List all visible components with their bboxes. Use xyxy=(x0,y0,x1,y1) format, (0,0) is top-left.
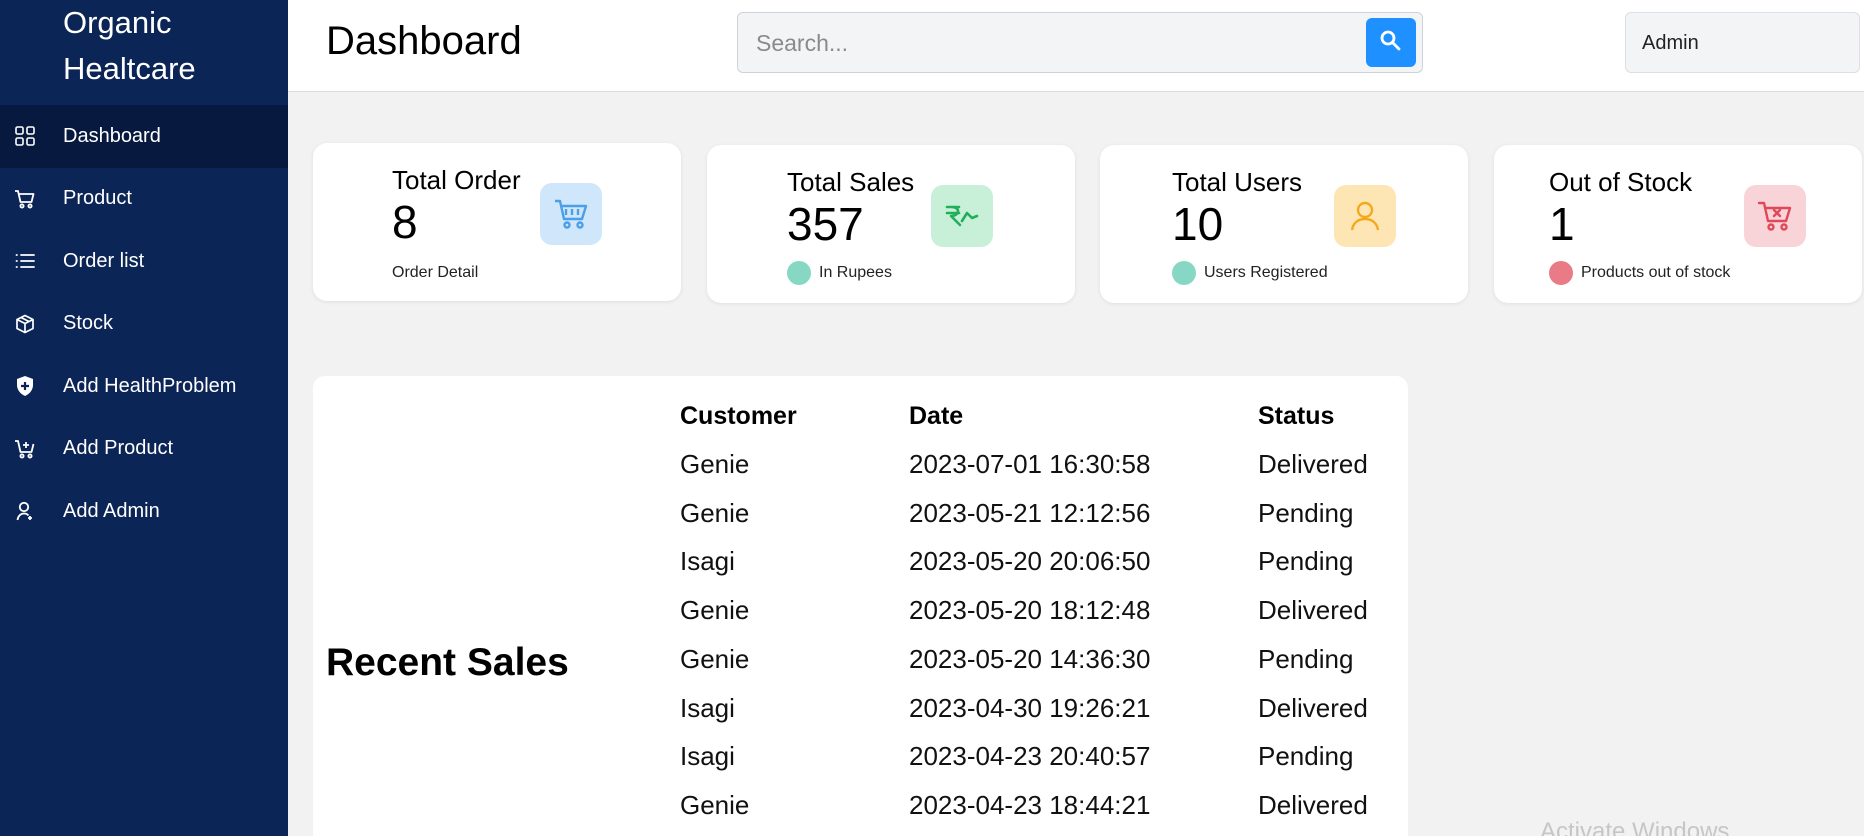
card-title: Out of Stock xyxy=(1549,167,1693,197)
card-subtitle: Products out of stock xyxy=(1549,261,1730,285)
sidebar-item-label: Add Admin xyxy=(63,499,160,522)
date-cell: 2023-04-23 18:44:21 xyxy=(909,790,1151,820)
card-subtitle-text: Users Registered xyxy=(1204,264,1328,281)
total-sales-card[interactable]: Total Sales 357 In Rupees xyxy=(707,145,1075,303)
sidebar-item-label: Dashboard xyxy=(63,124,161,147)
customer-cell: Genie xyxy=(680,449,750,479)
cart-icon xyxy=(14,188,36,210)
shield-plus-icon xyxy=(14,375,36,397)
customer-cell: Genie xyxy=(680,790,750,820)
card-value: 357 xyxy=(787,198,864,250)
sidebar-item-product[interactable]: Product xyxy=(0,168,288,231)
customer-cell: Genie xyxy=(680,595,750,625)
search-input[interactable] xyxy=(756,27,1336,59)
sidebar-item-label: Add HealthProblem xyxy=(63,374,237,397)
card-value: 10 xyxy=(1172,198,1224,250)
admin-menu-button[interactable]: Admin xyxy=(1625,12,1860,73)
sidebar-item-label: Order list xyxy=(63,249,145,272)
column-header-customer: Customer xyxy=(680,402,797,430)
search-button[interactable] xyxy=(1366,18,1416,67)
total-order-card[interactable]: Total Order 8 Order Detail xyxy=(313,143,681,301)
column-header-status: Status xyxy=(1258,402,1335,430)
sidebar-item-dashboard[interactable]: Dashboard xyxy=(0,105,288,168)
user-icon xyxy=(14,500,36,522)
sidebar-item-label: Product xyxy=(63,187,132,210)
customer-cell: Isagi xyxy=(680,546,735,576)
user-icon xyxy=(1334,185,1396,247)
card-title: Total Sales xyxy=(787,167,915,197)
sidebar-item-add-healthproblem[interactable]: Add HealthProblem xyxy=(0,355,288,418)
page-title: Dashboard xyxy=(326,19,522,63)
admin-label: Admin xyxy=(1642,32,1699,54)
recent-sales-title: Recent Sales xyxy=(326,641,569,684)
card-subtitle: Order Detail xyxy=(392,264,478,282)
status-dot xyxy=(1549,261,1573,285)
cart-plus-icon xyxy=(14,438,36,460)
grid-icon xyxy=(14,125,36,147)
status-cell: Pending xyxy=(1258,498,1354,528)
customer-cell: Genie xyxy=(680,644,750,674)
date-cell: 2023-05-20 14:36:30 xyxy=(909,644,1151,674)
top-header: Dashboard Admin xyxy=(288,0,1864,92)
customer-cell: Isagi xyxy=(680,741,735,771)
date-cell: 2023-05-21 12:12:56 xyxy=(909,498,1151,528)
card-title: Total Users xyxy=(1172,167,1303,197)
status-cell: Delivered xyxy=(1258,449,1368,479)
recent-sales-panel: Recent Sales Customer Date Status Genie … xyxy=(313,376,1408,836)
status-cell: Pending xyxy=(1258,546,1354,576)
cart-x-icon xyxy=(1744,185,1806,247)
date-cell: 2023-04-30 19:26:21 xyxy=(909,693,1151,723)
list-icon xyxy=(14,250,36,272)
brand-logo[interactable]: Organic Healtcare xyxy=(63,0,196,92)
card-value: 8 xyxy=(392,196,418,248)
rupee-icon xyxy=(931,185,993,247)
status-cell: Delivered xyxy=(1258,595,1368,625)
sidebar-item-order-list[interactable]: Order list xyxy=(0,230,288,293)
card-value: 1 xyxy=(1549,198,1575,250)
column-header-date: Date xyxy=(909,402,964,430)
sidebar: Organic Healtcare Dashboard Product Orde… xyxy=(0,0,288,836)
customer-cell: Genie xyxy=(680,498,750,528)
card-subtitle-text: Order Detail xyxy=(392,264,479,281)
sidebar-item-add-product[interactable]: Add Product xyxy=(0,418,288,481)
box-icon xyxy=(14,313,36,335)
sidebar-item-stock[interactable]: Stock xyxy=(0,293,288,356)
date-cell: 2023-07-01 16:30:58 xyxy=(909,449,1151,479)
sidebar-item-label: Add Product xyxy=(63,437,174,460)
sidebar-nav: Dashboard Product Order list Stock Add H… xyxy=(0,105,288,543)
brand-line-2: Healtcare xyxy=(63,51,196,86)
status-cell: Delivered xyxy=(1258,790,1368,820)
card-subtitle-text: In Rupees xyxy=(819,264,892,281)
date-cell: 2023-05-20 20:06:50 xyxy=(909,546,1151,576)
sidebar-item-label: Stock xyxy=(63,312,114,335)
card-subtitle: Users Registered xyxy=(1172,261,1328,285)
status-cell: Delivered xyxy=(1258,693,1368,723)
status-dot xyxy=(787,261,811,285)
search-bar xyxy=(737,12,1423,73)
status-cell: Pending xyxy=(1258,644,1354,674)
brand-line-1: Organic xyxy=(63,5,172,40)
date-cell: 2023-05-20 18:12:48 xyxy=(909,595,1151,625)
customer-cell: Isagi xyxy=(680,693,735,723)
status-cell: Pending xyxy=(1258,741,1354,771)
card-subtitle: In Rupees xyxy=(787,261,892,285)
date-cell: 2023-04-23 20:40:57 xyxy=(909,741,1151,771)
out-of-stock-card[interactable]: Out of Stock 1 Products out of stock xyxy=(1494,145,1862,303)
search-icon xyxy=(1379,29,1403,56)
card-subtitle-text: Products out of stock xyxy=(1581,264,1731,281)
activation-watermark: Activate Windows xyxy=(1540,818,1730,836)
sidebar-item-add-admin[interactable]: Add Admin xyxy=(0,480,288,543)
card-title: Total Order xyxy=(392,165,521,195)
total-users-card[interactable]: Total Users 10 Users Registered xyxy=(1100,145,1468,303)
cart-icon xyxy=(540,183,602,245)
status-dot xyxy=(1172,261,1196,285)
